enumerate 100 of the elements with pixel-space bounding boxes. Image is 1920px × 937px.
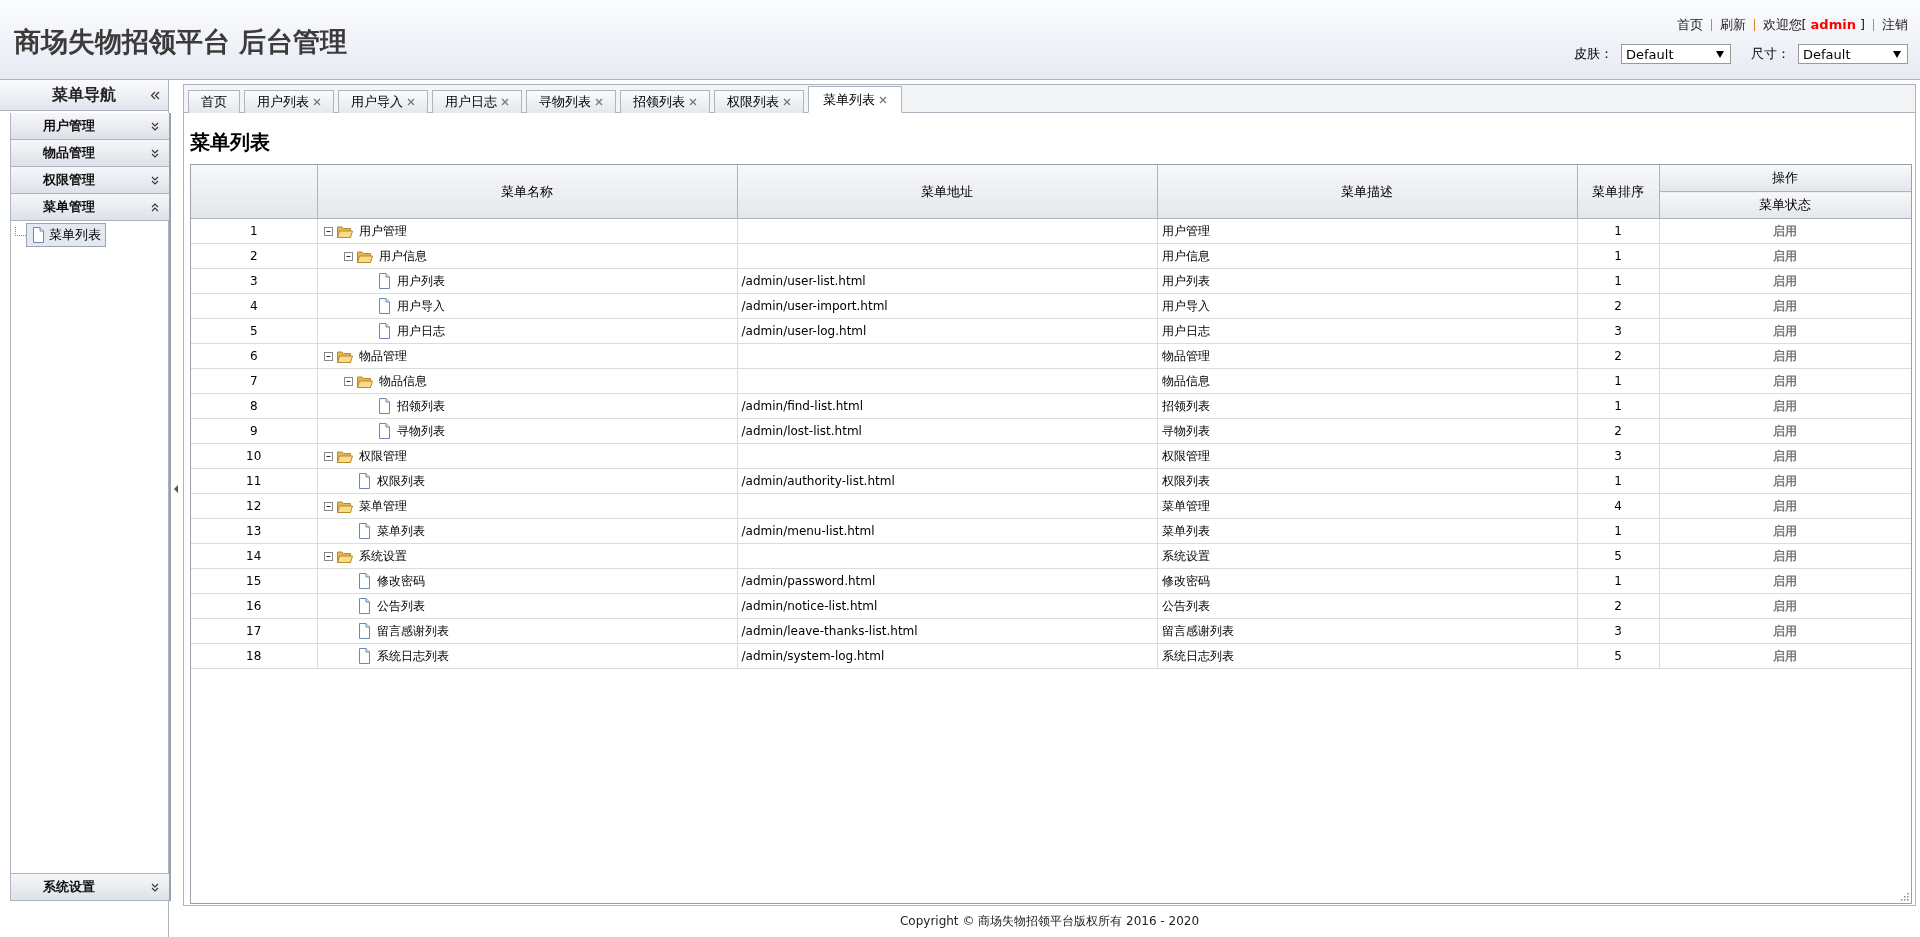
table-cell: 1	[1577, 468, 1659, 494]
welcome-text: 欢迎您[ admin ]	[1762, 16, 1865, 34]
table-cell: 用户信息	[1157, 243, 1577, 269]
menu-name: 菜单列表	[376, 522, 425, 540]
folder-icon	[336, 549, 353, 563]
header-link[interactable]: 首页	[1676, 16, 1703, 34]
page-icon	[356, 523, 371, 539]
collapse-icon[interactable]	[323, 351, 333, 361]
close-icon[interactable]	[501, 98, 509, 106]
accordion-header[interactable]: 物品管理	[11, 140, 169, 167]
accordion-header[interactable]: 菜单管理	[11, 194, 169, 221]
header-link[interactable]: 刷新	[1719, 16, 1746, 34]
menu-name: 系统设置	[358, 547, 407, 565]
menu-name: 用户信息	[378, 247, 427, 265]
table-cell: 5	[1577, 643, 1659, 669]
close-icon[interactable]	[783, 98, 791, 106]
menu-name: 寻物列表	[396, 422, 445, 440]
accordion-header[interactable]: 系统设置	[11, 873, 169, 901]
close-icon[interactable]	[595, 98, 603, 106]
table-cell: 5	[1577, 543, 1659, 569]
tab[interactable]: 权限列表	[714, 90, 804, 113]
collapse-icon[interactable]	[150, 91, 160, 100]
row-number: 6	[191, 343, 317, 369]
row-number: 2	[191, 243, 317, 269]
close-icon[interactable]	[689, 98, 697, 106]
page-icon	[356, 648, 371, 664]
tab[interactable]: 菜单列表	[808, 86, 902, 113]
sidebar-title: 菜单导航	[52, 84, 116, 106]
collapse-icon[interactable]	[343, 251, 353, 261]
table-cell: /admin/user-import.html	[737, 293, 1157, 319]
page-icon	[356, 623, 371, 639]
table-cell: 修改密码	[1157, 568, 1577, 594]
dropdown[interactable]: Default	[1798, 44, 1908, 64]
collapse-icon[interactable]	[323, 451, 333, 461]
collapse-icon[interactable]	[343, 376, 353, 386]
table-cell: 系统设置	[1157, 543, 1577, 569]
folder-icon	[336, 499, 353, 513]
menu-name: 权限列表	[376, 472, 425, 490]
table-cell: 公告列表	[1157, 593, 1577, 619]
table-cell: 权限管理	[1157, 443, 1577, 469]
table-cell: 1	[1577, 368, 1659, 394]
folder-icon	[356, 374, 373, 388]
page-icon	[31, 227, 45, 243]
expand-icon	[151, 121, 159, 131]
resize-grip-icon[interactable]	[1900, 892, 1909, 901]
page-icon	[376, 398, 391, 414]
accordion-header[interactable]: 权限管理	[11, 167, 169, 194]
table-cell: 用户导入	[1157, 293, 1577, 319]
menu-name: 招领列表	[396, 397, 445, 415]
column-header: 菜单名称	[317, 165, 737, 219]
table-cell: 2	[1577, 418, 1659, 444]
tab[interactable]: 用户列表	[244, 90, 334, 113]
row-number: 4	[191, 293, 317, 319]
tab[interactable]: 招领列表	[620, 90, 710, 113]
table-cell: 菜单列表	[1157, 518, 1577, 544]
table-cell: 物品管理	[1157, 343, 1577, 369]
folder-icon	[356, 249, 373, 263]
table-cell: /admin/lost-list.html	[737, 418, 1157, 444]
table-cell: /admin/leave-thanks-list.html	[737, 618, 1157, 644]
table-cell: 1	[1577, 268, 1659, 294]
row-number: 9	[191, 418, 317, 444]
tab[interactable]: 用户日志	[432, 90, 522, 113]
collapse-icon[interactable]	[323, 226, 333, 236]
tab[interactable]: 用户导入	[338, 90, 428, 113]
collapse-icon[interactable]	[323, 551, 333, 561]
menu-name: 用户日志	[396, 322, 445, 340]
expand-icon	[151, 882, 159, 892]
column-header: 菜单排序	[1577, 165, 1659, 219]
row-number: 13	[191, 518, 317, 544]
row-number: 17	[191, 618, 317, 644]
table-cell: 2	[1577, 293, 1659, 319]
table-cell: 3	[1577, 618, 1659, 644]
row-number: 14	[191, 543, 317, 569]
page-icon	[356, 573, 371, 589]
close-icon[interactable]	[407, 98, 415, 106]
table-cell: 菜单管理	[1157, 493, 1577, 519]
accordion-header[interactable]: 用户管理	[11, 113, 169, 140]
menu-name: 系统日志列表	[376, 647, 449, 665]
tree-item[interactable]: 菜单列表	[26, 223, 106, 247]
folder-icon	[336, 449, 353, 463]
table-cell: /admin/find-list.html	[737, 393, 1157, 419]
table-cell: 1	[1577, 218, 1659, 244]
tab[interactable]: 首页	[188, 90, 240, 113]
menu-name: 物品信息	[378, 372, 427, 390]
table-cell: 1	[1577, 393, 1659, 419]
select-label: 尺寸：	[1751, 45, 1790, 63]
tab[interactable]: 寻物列表	[526, 90, 616, 113]
menu-name: 用户管理	[358, 222, 407, 240]
menu-name: 物品管理	[358, 347, 407, 365]
close-icon[interactable]	[879, 95, 887, 104]
close-icon[interactable]	[313, 98, 321, 106]
collapse-icon[interactable]	[323, 501, 333, 511]
logout-link[interactable]: 注销	[1882, 16, 1908, 34]
row-number: 1	[191, 218, 317, 244]
page-icon	[376, 423, 391, 439]
table-cell: 1	[1577, 568, 1659, 594]
dropdown[interactable]: Default	[1621, 44, 1731, 64]
table-cell: 2	[1577, 343, 1659, 369]
row-number: 10	[191, 443, 317, 469]
row-number: 8	[191, 393, 317, 419]
